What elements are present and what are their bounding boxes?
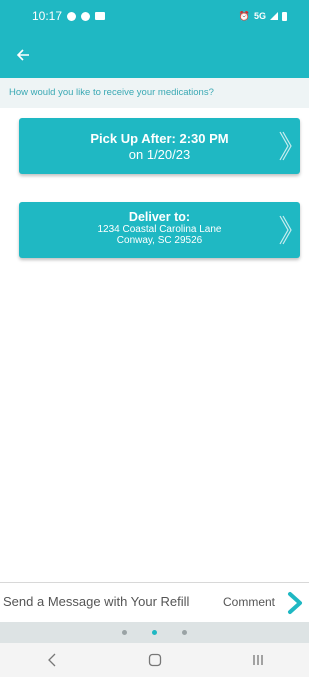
nav-back-button[interactable] [32, 645, 72, 675]
nav-home-button[interactable] [135, 645, 175, 675]
status-time: 10:17 [32, 9, 63, 23]
comment-label: Comment [223, 595, 276, 609]
delivery-title: Deliver to: [128, 210, 191, 224]
message-bar: Comment [0, 582, 309, 622]
nav-recents-button[interactable] [238, 645, 278, 675]
back-arrow-icon [16, 49, 29, 61]
delivery-option-button[interactable]: Deliver to: 1234 Coastal Carolina Lane C… [19, 202, 300, 258]
status-bar: 10:17 ⏰ 5G [0, 0, 309, 32]
page-dot[interactable] [122, 630, 127, 635]
pickup-option-button[interactable]: Pick Up After: 2:30 PM on 1/20/23 [19, 118, 300, 174]
chevron-right-icon [279, 215, 292, 245]
send-chevron-icon[interactable] [285, 591, 305, 615]
nav-recents-icon [252, 655, 263, 665]
pickup-title: Pick Up After: 2:30 PM [90, 131, 229, 146]
app-bar [0, 32, 309, 78]
system-nav-bar [0, 643, 309, 677]
nav-back-icon [47, 653, 55, 667]
chat-notification-icon [67, 11, 77, 21]
network-label: 5G [253, 11, 266, 21]
page-dot[interactable] [182, 630, 187, 635]
back-button[interactable] [10, 42, 36, 68]
delivery-address-line1: 1234 Coastal Carolina Lane [97, 224, 222, 235]
nav-home-icon [148, 653, 161, 667]
status-right: ⏰ 5G [239, 11, 287, 22]
battery-icon [282, 11, 287, 21]
chevron-right-icon [279, 131, 292, 161]
page-indicator [0, 622, 309, 643]
settings-notification-icon [81, 11, 91, 21]
status-left: 10:17 [32, 9, 106, 23]
delivery-prompt: How would you like to receive your medic… [0, 78, 309, 108]
signal-icon [270, 12, 278, 20]
page-dot-active[interactable] [152, 630, 157, 635]
image-notification-icon [95, 12, 106, 20]
alarm-icon: ⏰ [238, 10, 250, 21]
refill-message-input[interactable] [3, 594, 213, 609]
delivery-address-line2: Conway, SC 29526 [116, 235, 203, 246]
pickup-date: on 1/20/23 [128, 147, 191, 162]
